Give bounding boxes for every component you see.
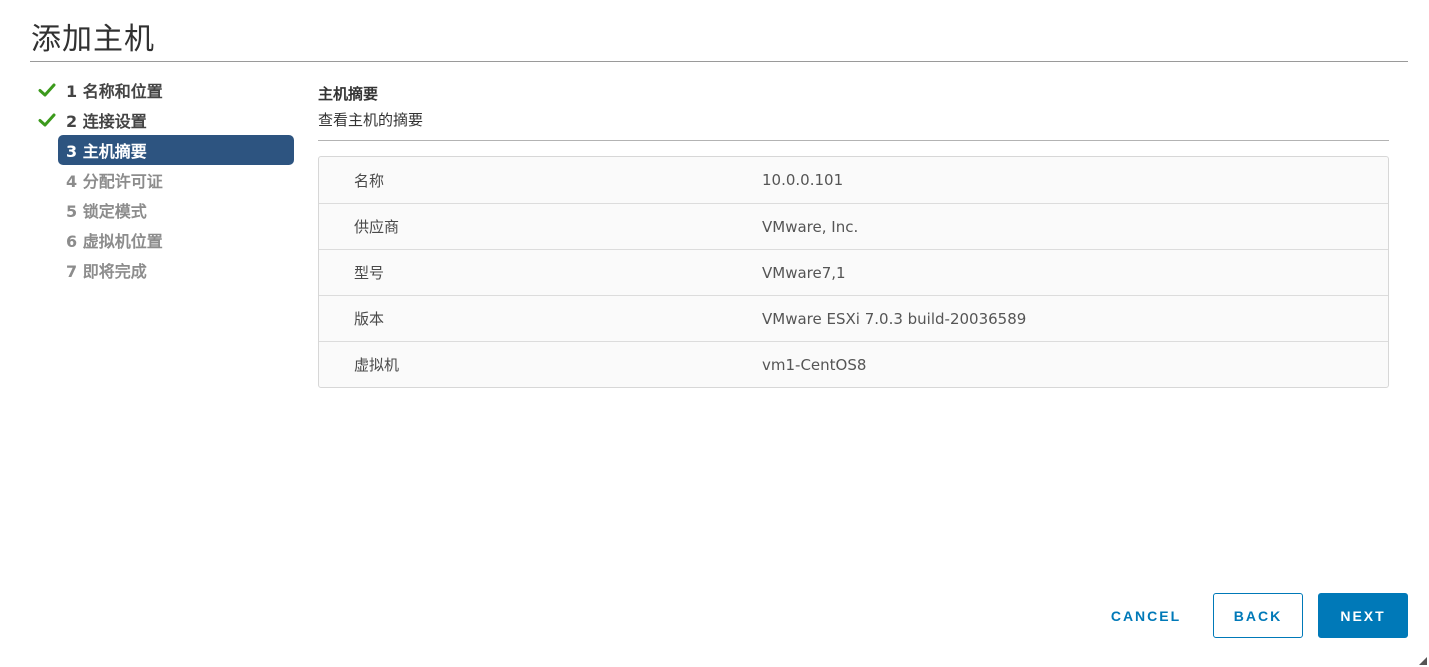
back-button[interactable]: BACK [1213,593,1303,638]
host-summary-table: 名称 10.0.0.101 供应商 VMware, Inc. 型号 VMware… [318,156,1389,388]
step-label: 5 锁定模式 [66,202,147,221]
step-name-location[interactable]: 1 名称和位置 [30,75,300,105]
section-title: 主机摘要 [318,85,379,103]
check-icon [38,83,56,97]
section-divider [318,140,1389,141]
add-host-dialog: 添加主机 1 名称和位置 2 连接设置 3 主机摘要 4 分配许可证 5 锁定模… [0,0,1429,667]
step-assign-license: 4 分配许可证 [30,165,300,195]
summary-value: VMware7,1 [762,263,846,282]
step-label: 2 连接设置 [66,112,147,131]
summary-row-name: 名称 10.0.0.101 [319,157,1388,203]
title-divider [30,61,1408,62]
step-label: 6 虚拟机位置 [66,232,163,251]
step-host-summary[interactable]: 3 主机摘要 [30,135,300,165]
summary-row-model: 型号 VMware7,1 [319,249,1388,295]
wizard-steps: 1 名称和位置 2 连接设置 3 主机摘要 4 分配许可证 5 锁定模式 6 虚… [30,75,300,285]
step-lockdown-mode: 5 锁定模式 [30,195,300,225]
step-label: 4 分配许可证 [66,172,163,191]
section-subtitle: 查看主机的摘要 [318,111,424,129]
summary-key: 版本 [354,310,385,328]
resize-grip-icon[interactable] [1419,657,1427,665]
step-label: 3 主机摘要 [66,142,147,161]
summary-row-vms: 虚拟机 vm1-CentOS8 [319,341,1388,387]
summary-row-vendor: 供应商 VMware, Inc. [319,203,1388,249]
step-ready-to-complete: 7 即将完成 [30,255,300,285]
summary-row-version: 版本 VMware ESXi 7.0.3 build-20036589 [319,295,1388,341]
step-connection-settings[interactable]: 2 连接设置 [30,105,300,135]
step-content: 主机摘要 查看主机的摘要 名称 10.0.0.101 供应商 VMware, I… [318,80,1389,388]
step-label: 7 即将完成 [66,262,147,281]
summary-key: 虚拟机 [354,356,400,374]
summary-value: 10.0.0.101 [762,171,844,189]
summary-value: vm1-CentOS8 [762,355,867,374]
step-label: 1 名称和位置 [66,82,163,101]
cancel-button[interactable]: CANCEL [1096,593,1196,638]
summary-value: VMware ESXi 7.0.3 build-20036589 [762,309,1027,328]
step-vm-location: 6 虚拟机位置 [30,225,300,255]
summary-key: 供应商 [354,218,400,236]
summary-key: 名称 [354,171,385,190]
next-button[interactable]: NEXT [1318,593,1408,638]
dialog-title: 添加主机 [31,22,155,57]
check-icon [38,113,56,127]
summary-key: 型号 [354,264,385,282]
summary-value: VMware, Inc. [762,217,859,236]
